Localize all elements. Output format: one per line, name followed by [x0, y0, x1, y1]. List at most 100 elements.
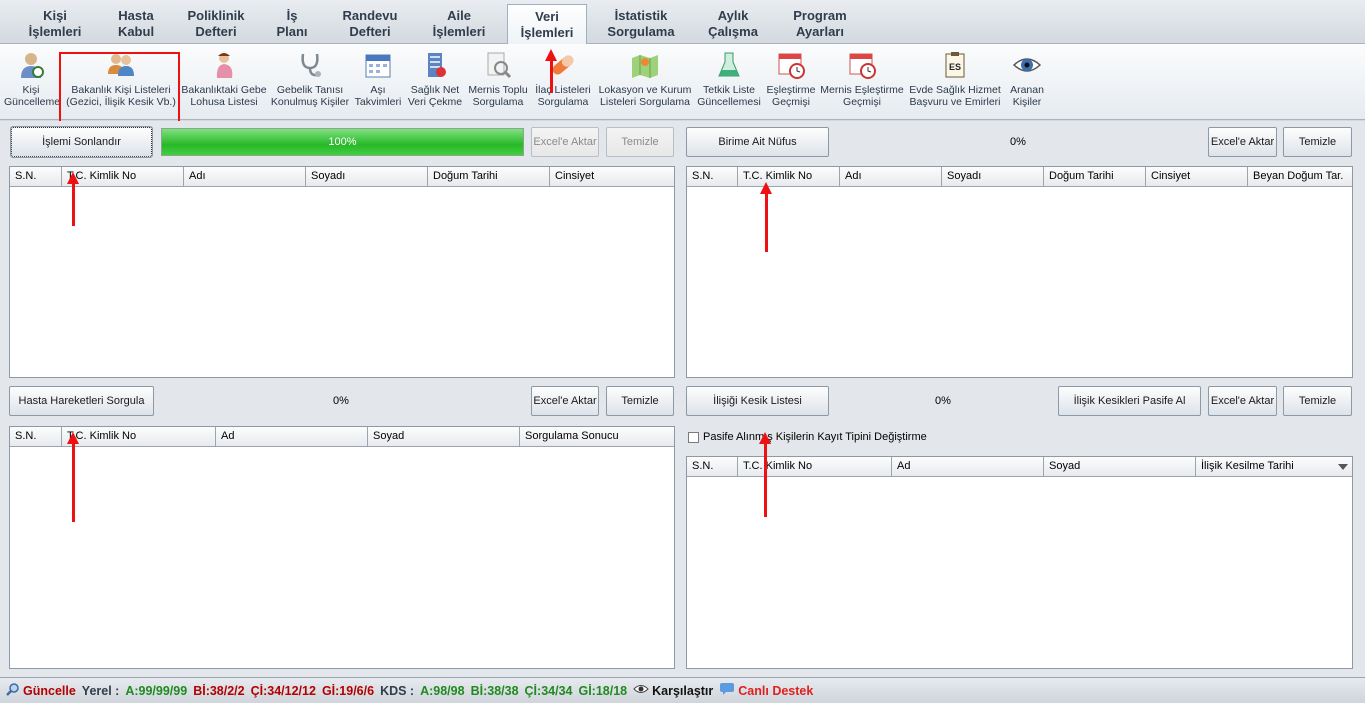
person-refresh-icon — [16, 50, 46, 80]
tab-poliklinik-defteri[interactable]: Poliklinik Defteri — [176, 4, 256, 44]
col-beyan-dogum[interactable]: Beyan Doğum Tar. — [1248, 167, 1352, 187]
birim-nufus-grid[interactable]: S.N. T.C. Kimlik No Adı Soyadı Doğum Tar… — [686, 166, 1353, 378]
col-ilisik-kesilme-tarihi[interactable]: İlişik Kesilme Tarihi — [1196, 457, 1352, 477]
calendar-icon — [363, 50, 393, 80]
ribbon-lokasyon-kurum[interactable]: Lokasyon ve Kurum Listeleri Sorgulama — [596, 50, 694, 108]
ribbon-ilac-listeleri[interactable]: İlaç Listeleri Sorgulama — [532, 50, 594, 108]
col-soyadi[interactable]: Soyadı — [306, 167, 428, 187]
col-cinsiyet[interactable]: Cinsiyet — [1146, 167, 1248, 187]
excel-aktar-button[interactable]: Excel'e Aktar — [531, 386, 599, 416]
network-download-icon — [420, 50, 450, 80]
main-area: İşlemi Sonlandır 100% Excel'e Aktar Temi… — [0, 121, 1365, 677]
ilisik-kesik-grid[interactable]: S.N. T.C. Kimlik No Ad Soyad İlişik Kesi… — [686, 456, 1353, 669]
ribbon-gebe-lohusa-listesi[interactable]: Bakanlıktaki Gebe Lohusa Listesi — [180, 50, 268, 108]
ribbon-evde-saglik[interactable]: ES Evde Sağlık Hizmet Başvuru ve Emirleri — [906, 50, 1004, 108]
col-ad[interactable]: Ad — [216, 427, 368, 447]
temizle-button[interactable]: Temizle — [606, 127, 674, 157]
col-soyad[interactable]: Soyad — [368, 427, 520, 447]
excel-aktar-button[interactable]: Excel'e Aktar — [531, 127, 599, 157]
grid-header: S.N. T.C. Kimlik No Adı Soyadı Doğum Tar… — [687, 167, 1352, 187]
ribbon-mernis-eslestirme-gecmisi[interactable]: Mernis Eşleştirme Geçmişi — [820, 50, 904, 108]
tab-is-plani[interactable]: İş Planı — [260, 4, 324, 44]
eye-icon — [633, 683, 649, 698]
ribbon-asi-takvimleri[interactable]: Aşı Takvimleri — [352, 50, 404, 108]
col-sn[interactable]: S.N. — [10, 427, 62, 447]
guncelle-link[interactable]: Güncelle — [23, 684, 76, 698]
temizle-button[interactable]: Temizle — [1283, 127, 1352, 157]
karsilastir-link[interactable]: Karşılaştır — [652, 684, 713, 698]
tab-veri-islemleri[interactable]: Veri İşlemleri — [507, 4, 587, 45]
kds-ci: Çİ:34/34 — [524, 683, 573, 698]
hasta-hareketleri-sorgula-button[interactable]: Hasta Hareketleri Sorgula — [9, 386, 154, 416]
ribbon-eslestirme-gecmisi[interactable]: Eşleştirme Geçmişi — [764, 50, 818, 108]
pasife-alinmis-checkbox[interactable]: Pasife Alınmış Kişilerin Kayıt Tipini De… — [688, 431, 927, 443]
yerel-a: A:99/99/99 — [125, 683, 188, 698]
tab-hasta-kabul[interactable]: Hasta Kabul — [98, 4, 174, 44]
temizle-button[interactable]: Temizle — [1283, 386, 1352, 416]
kds-label: KDS : — [380, 683, 415, 698]
stethoscope-icon — [295, 50, 325, 80]
clipboard-es-icon: ES — [940, 50, 970, 80]
ribbon-toolbar: Kişi Güncelleme Bakanlık Kişi Listeleri (G… — [0, 44, 1365, 120]
ribbon-aranan-kisiler[interactable]: Aranan Kişiler — [1006, 50, 1048, 108]
status-bar: Güncelle Yerel : A:99/99/99 Bİ:38/2/2 Çİ… — [0, 677, 1365, 703]
yerel-gi: Gİ:19/6/6 — [321, 683, 375, 698]
tab-randevu-defteri[interactable]: Randevu Defteri — [328, 4, 412, 44]
temizle-button[interactable]: Temizle — [606, 386, 674, 416]
ribbon-saglik-net-veri-cekme[interactable]: Sağlık Net Veri Çekme — [406, 50, 464, 108]
tab-aylik-calisma[interactable]: Aylık Çalışma — [696, 4, 770, 44]
tab-istatistik-sorgulama[interactable]: İstatistik Sorgulama — [594, 4, 688, 44]
top-menu-bar: Kişi İşlemleri Hasta Kabul Poliklinik De… — [0, 0, 1365, 45]
col-dogum-tarihi[interactable]: Doğum Tarihi — [1044, 167, 1146, 187]
yerel-label: Yerel : — [81, 683, 120, 698]
annotation-arrow — [67, 432, 79, 522]
col-adi[interactable]: Adı — [184, 167, 306, 187]
col-tc[interactable]: T.C. Kimlik No — [62, 427, 216, 447]
col-soyadi[interactable]: Soyadı — [942, 167, 1044, 187]
yerel-bi: Bİ:38/2/2 — [193, 683, 245, 698]
col-sn[interactable]: S.N. — [687, 457, 738, 477]
magnifier-icon — [6, 682, 20, 699]
col-tc[interactable]: T.C. Kimlik No — [62, 167, 184, 187]
kisi-listesi-grid[interactable]: S.N. T.C. Kimlik No Adı Soyadı Doğum Tar… — [9, 166, 675, 378]
ilisigi-kesik-listesi-button[interactable]: İlişiği Kesik Listesi — [686, 386, 829, 416]
map-pin-icon — [630, 50, 660, 80]
lab-test-icon — [714, 50, 744, 80]
col-dogum-tarihi[interactable]: Doğum Tarihi — [428, 167, 550, 187]
checkbox-label: Pasife Alınmış Kişilerin Kayıt Tipini De… — [703, 431, 927, 443]
kds-a: A:98/98 — [420, 683, 465, 698]
excel-aktar-button[interactable]: Excel'e Aktar — [1208, 127, 1277, 157]
progress-bar: 100% — [161, 128, 524, 156]
col-soyad[interactable]: Soyad — [1044, 457, 1196, 477]
tab-kisi-islemleri[interactable]: Kişi İşlemleri — [14, 4, 96, 44]
col-ad[interactable]: Ad — [892, 457, 1044, 477]
annotation-arrow — [67, 172, 79, 226]
document-search-icon — [483, 50, 513, 80]
col-tc[interactable]: T.C. Kimlik No — [738, 457, 892, 477]
tab-program-ayarlari[interactable]: Program Ayarları — [778, 4, 862, 44]
progress-text: 0% — [1010, 136, 1026, 148]
kds-bi: Bİ:38/38 — [470, 683, 519, 698]
col-tc[interactable]: T.C. Kimlik No — [738, 167, 840, 187]
ribbon-gebelik-tanisi[interactable]: Gebelik Tanısı Konulmuş Kişiler — [270, 50, 350, 108]
col-sn[interactable]: S.N. — [687, 167, 738, 187]
col-cinsiyet[interactable]: Cinsiyet — [550, 167, 674, 187]
hasta-hareketleri-grid[interactable]: S.N. T.C. Kimlik No Ad Soyad Sorgulama S… — [9, 426, 675, 669]
checkbox-box[interactable] — [688, 431, 699, 443]
yerel-ci: Çİ:34/12/12 — [250, 683, 316, 698]
progress-text: 0% — [333, 395, 349, 407]
birime-ait-nufus-button[interactable]: Birime Ait Nüfus — [686, 127, 829, 157]
ribbon-kisi-guncelleme[interactable]: Kişi Güncelleme — [4, 50, 60, 108]
col-sn[interactable]: S.N. — [10, 167, 62, 187]
tab-aile-islemleri[interactable]: Aile İşlemleri — [416, 4, 502, 44]
ribbon-tetkik-liste[interactable]: Tetkik Liste Güncellemesi — [696, 50, 762, 108]
ribbon-mernis-toplu-sorgulama[interactable]: Mernis Toplu Sorgulama — [466, 50, 530, 108]
pasife-al-button[interactable]: İlişik Kesikleri Pasife Al — [1058, 386, 1201, 416]
annotation-arrow — [545, 49, 557, 93]
col-sorgulama-sonucu[interactable]: Sorgulama Sonucu — [520, 427, 674, 447]
excel-aktar-button[interactable]: Excel'e Aktar — [1208, 386, 1277, 416]
islemi-sonlandir-button[interactable]: İşlemi Sonlandır — [10, 126, 153, 158]
col-adi[interactable]: Adı — [840, 167, 942, 187]
annotation-arrow — [759, 432, 771, 517]
canli-destek-link[interactable]: Canlı Destek — [738, 684, 813, 698]
